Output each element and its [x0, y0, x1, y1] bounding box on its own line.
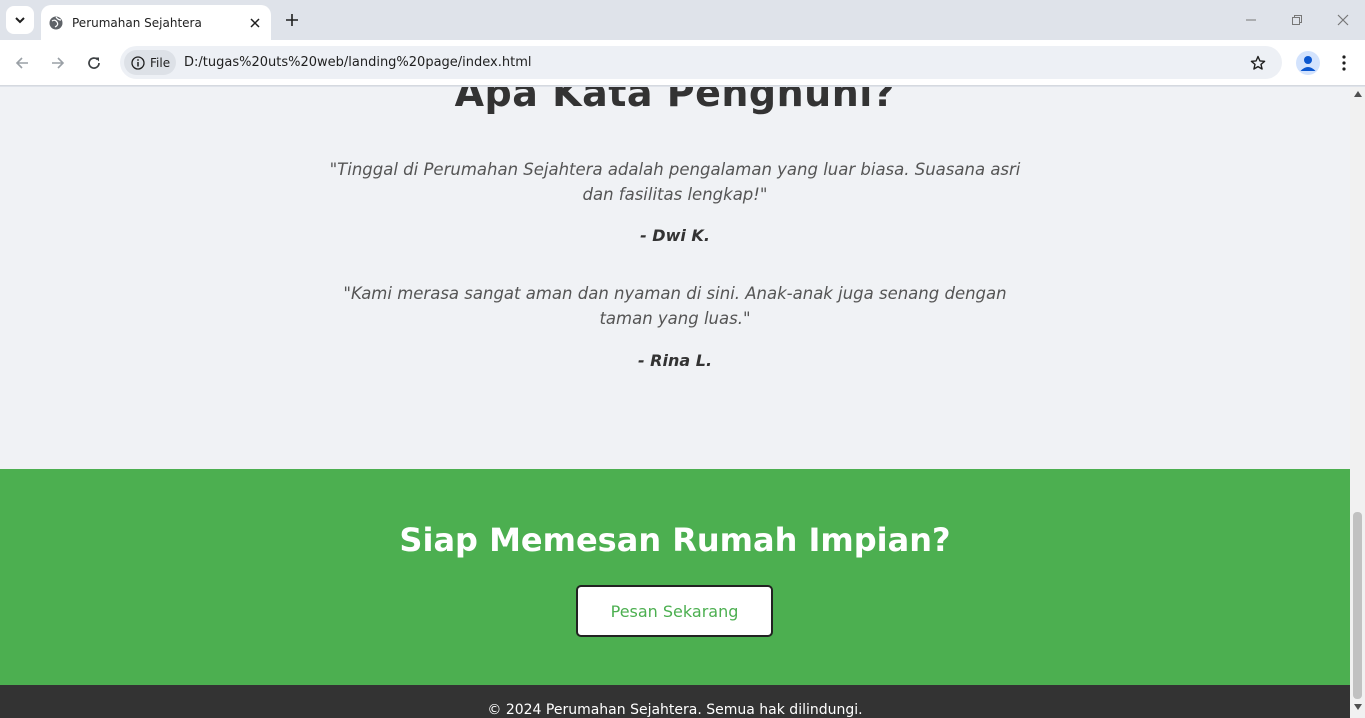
page-footer: © 2024 Perumahan Sejahtera. Semua hak di… — [0, 685, 1350, 718]
forward-button[interactable] — [46, 51, 70, 75]
chevron-down-icon — [15, 17, 25, 24]
restore-button[interactable] — [1287, 10, 1307, 30]
more-vertical-icon — [1342, 55, 1346, 71]
profile-button[interactable] — [1296, 51, 1320, 75]
order-now-button[interactable]: Pesan Sekarang — [576, 585, 773, 637]
copyright-text: © 2024 Perumahan Sejahtera. Semua hak di… — [487, 702, 863, 718]
page-scrollbar[interactable] — [1350, 87, 1365, 718]
scrollbar-thumb[interactable] — [1353, 512, 1362, 699]
back-button[interactable] — [10, 51, 34, 75]
testimonials-title: Apa Kata Penghuni? — [454, 87, 896, 115]
minimize-icon — [1246, 19, 1256, 21]
new-tab-button[interactable] — [282, 10, 302, 30]
reload-button[interactable] — [82, 51, 106, 75]
tab-close-icon[interactable] — [247, 15, 263, 31]
tab-strip: Perumahan Sejahtera — [0, 0, 1365, 40]
site-info-chip[interactable]: File — [124, 50, 176, 75]
triangle-down-icon — [1353, 704, 1362, 710]
address-bar[interactable]: File D:/tugas%20uts%20web/landing%20page… — [120, 46, 1282, 79]
minimize-button[interactable] — [1241, 10, 1261, 30]
info-icon — [131, 55, 145, 70]
testimonial-quote: "Tinggal di Perumahan Sejahtera adalah p… — [329, 160, 1021, 204]
browser-menu-button[interactable] — [1333, 51, 1355, 75]
url-text[interactable]: D:/tugas%20uts%20web/landing%20page/inde… — [184, 55, 531, 70]
tab-title: Perumahan Sejahtera — [72, 15, 202, 30]
chip-label: File — [150, 55, 171, 70]
scroll-down-arrow[interactable] — [1350, 704, 1365, 714]
browser-toolbar: File D:/tugas%20uts%20web/landing%20page… — [0, 40, 1365, 86]
close-window-button[interactable] — [1333, 10, 1353, 30]
arrow-right-icon — [52, 57, 65, 69]
close-icon — [1337, 14, 1349, 26]
bookmark-button[interactable] — [1248, 53, 1268, 73]
globe-icon — [49, 16, 63, 29]
star-icon — [1250, 55, 1266, 70]
plus-icon — [286, 14, 298, 26]
restore-icon — [1292, 15, 1302, 25]
avatar-icon — [1300, 56, 1316, 71]
cta-title: Siap Memesan Rumah Impian? — [399, 521, 951, 559]
testimonial-author: - Rina L. — [637, 351, 713, 370]
testimonial-quote: "Kami merasa sangat aman dan nyaman di s… — [343, 284, 1007, 328]
arrow-left-icon — [15, 57, 28, 69]
page-viewport: Apa Kata Penghuni? "Tinggal di Perumahan… — [0, 87, 1350, 718]
browser-tab[interactable]: Perumahan Sejahtera — [41, 5, 271, 40]
testimonial-author: - Dwi K. — [640, 226, 710, 245]
triangle-up-icon — [1353, 91, 1362, 97]
scroll-up-arrow[interactable] — [1350, 91, 1365, 101]
reload-icon — [88, 57, 100, 69]
tab-search-button[interactable] — [6, 6, 34, 34]
cta-section: Siap Memesan Rumah Impian? Pesan Sekaran… — [0, 469, 1350, 685]
